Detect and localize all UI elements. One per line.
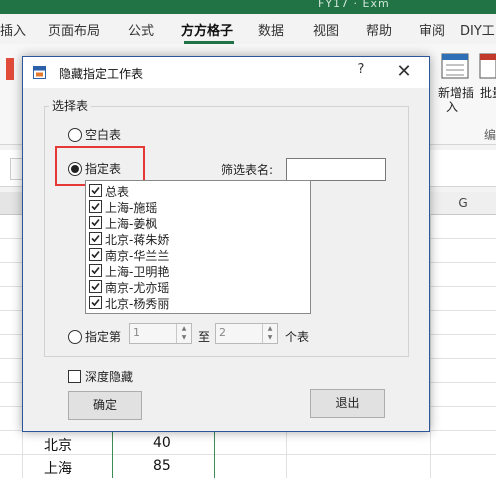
cell-value[interactable]: 85 bbox=[153, 458, 171, 474]
to-label: 至 bbox=[198, 330, 211, 344]
sheet-name: 上海-卫明艳 bbox=[105, 265, 170, 279]
checkbox[interactable] bbox=[89, 296, 102, 309]
ribbon-label-insert-2: 入 bbox=[446, 100, 459, 114]
count-label: 个表 bbox=[285, 330, 310, 344]
cell-value[interactable]: 40 bbox=[153, 435, 171, 451]
radio-specified-sheets[interactable] bbox=[68, 162, 82, 176]
checkbox[interactable] bbox=[89, 216, 102, 229]
radio-blank-label[interactable]: 空白表 bbox=[85, 126, 121, 143]
sheet-name: 南京-华兰兰 bbox=[105, 249, 170, 263]
radio-blank-sheets[interactable] bbox=[68, 128, 82, 142]
tab-fangfang[interactable]: 方方格子 bbox=[181, 20, 233, 39]
stepper-arrows-icon[interactable]: ▲ ▼ bbox=[262, 324, 277, 343]
tab-insert[interactable]: 插入 bbox=[0, 20, 26, 39]
sheet-name: 南京-尤亦瑶 bbox=[105, 281, 170, 295]
from-index-stepper[interactable]: 1 ▲ ▼ bbox=[129, 323, 192, 344]
tab-review[interactable]: 审阅 bbox=[419, 20, 445, 39]
deep-hide-checkbox[interactable] bbox=[68, 370, 81, 383]
filter-sheet-name-input[interactable] bbox=[286, 158, 386, 181]
checkbox[interactable] bbox=[89, 280, 102, 293]
radio-nth-label[interactable]: 指定第 bbox=[85, 328, 121, 345]
checkbox[interactable] bbox=[89, 264, 102, 277]
from-index-value: 1 bbox=[133, 326, 140, 339]
close-button[interactable]: ✕ bbox=[389, 59, 419, 85]
sheet-name: 北京-杨秀丽 bbox=[105, 297, 170, 311]
deep-hide-label[interactable]: 深度隐藏 bbox=[85, 368, 133, 385]
checkbox[interactable] bbox=[89, 200, 102, 213]
group-label: 选择表 bbox=[49, 97, 92, 114]
batch-icon[interactable] bbox=[478, 52, 496, 80]
sheet-name: 上海-施瑶 bbox=[105, 201, 158, 215]
radio-nth-sheets[interactable] bbox=[68, 330, 82, 344]
dialog-title-bar[interactable]: 隐藏指定工作表 ? ✕ bbox=[23, 57, 429, 88]
ribbon-edge-icon bbox=[6, 58, 14, 80]
app-icon bbox=[33, 66, 46, 79]
ribbon-tab-bar: 插入 页面布局 公式 方方格子 数据 视图 帮助 审阅 DIY工 bbox=[0, 14, 496, 44]
cell-city[interactable]: 上海 bbox=[44, 458, 72, 478]
ok-button[interactable]: 确定 bbox=[68, 391, 142, 420]
tab-data[interactable]: 数据 bbox=[258, 20, 284, 39]
tab-formulas[interactable]: 公式 bbox=[128, 20, 154, 39]
checkbox[interactable] bbox=[89, 248, 102, 261]
sheet-name: 北京-蒋朱娇 bbox=[105, 233, 170, 247]
cell-city[interactable]: 北京 bbox=[44, 435, 72, 455]
insert-sheet-icon[interactable] bbox=[440, 52, 470, 80]
tab-view[interactable]: 视图 bbox=[313, 20, 339, 39]
sheet-list[interactable]: 总表 上海-施瑶 上海-姜枫 北京-蒋朱娇 南京-华兰兰 上海-卫明艳 南京-尤… bbox=[85, 180, 311, 314]
excel-title-bar: FY17 · Exm bbox=[0, 0, 496, 14]
ribbon-label-batch: 批量 bbox=[480, 86, 496, 100]
radio-specified-label[interactable]: 指定表 bbox=[85, 160, 121, 177]
dialog-title: 隐藏指定工作表 bbox=[59, 67, 144, 81]
ribbon-group-label: 编 bbox=[484, 128, 496, 142]
checkbox[interactable] bbox=[89, 184, 102, 197]
to-index-value: 2 bbox=[219, 326, 226, 339]
stepper-arrows-icon[interactable]: ▲ ▼ bbox=[176, 324, 191, 343]
tab-help[interactable]: 帮助 bbox=[366, 20, 392, 39]
help-button[interactable]: ? bbox=[351, 62, 371, 77]
tab-page-layout[interactable]: 页面布局 bbox=[48, 20, 100, 39]
hide-sheets-dialog: 隐藏指定工作表 ? ✕ 选择表 空白表 指定表 筛选表名: 总表 上海-施瑶 上… bbox=[22, 56, 430, 432]
sheet-name: 总表 bbox=[105, 185, 130, 199]
tab-diy[interactable]: DIY工 bbox=[460, 20, 495, 39]
checkbox[interactable] bbox=[89, 232, 102, 245]
filter-label: 筛选表名: bbox=[221, 163, 274, 177]
to-index-stepper[interactable]: 2 ▲ ▼ bbox=[215, 323, 278, 344]
window-title-fragment: FY17 · Exm bbox=[318, 0, 390, 10]
sheet-name: 上海-姜枫 bbox=[105, 217, 158, 231]
exit-button[interactable]: 退出 bbox=[310, 389, 385, 418]
select-all-corner[interactable] bbox=[0, 192, 23, 215]
column-header-g[interactable]: G bbox=[430, 192, 496, 215]
